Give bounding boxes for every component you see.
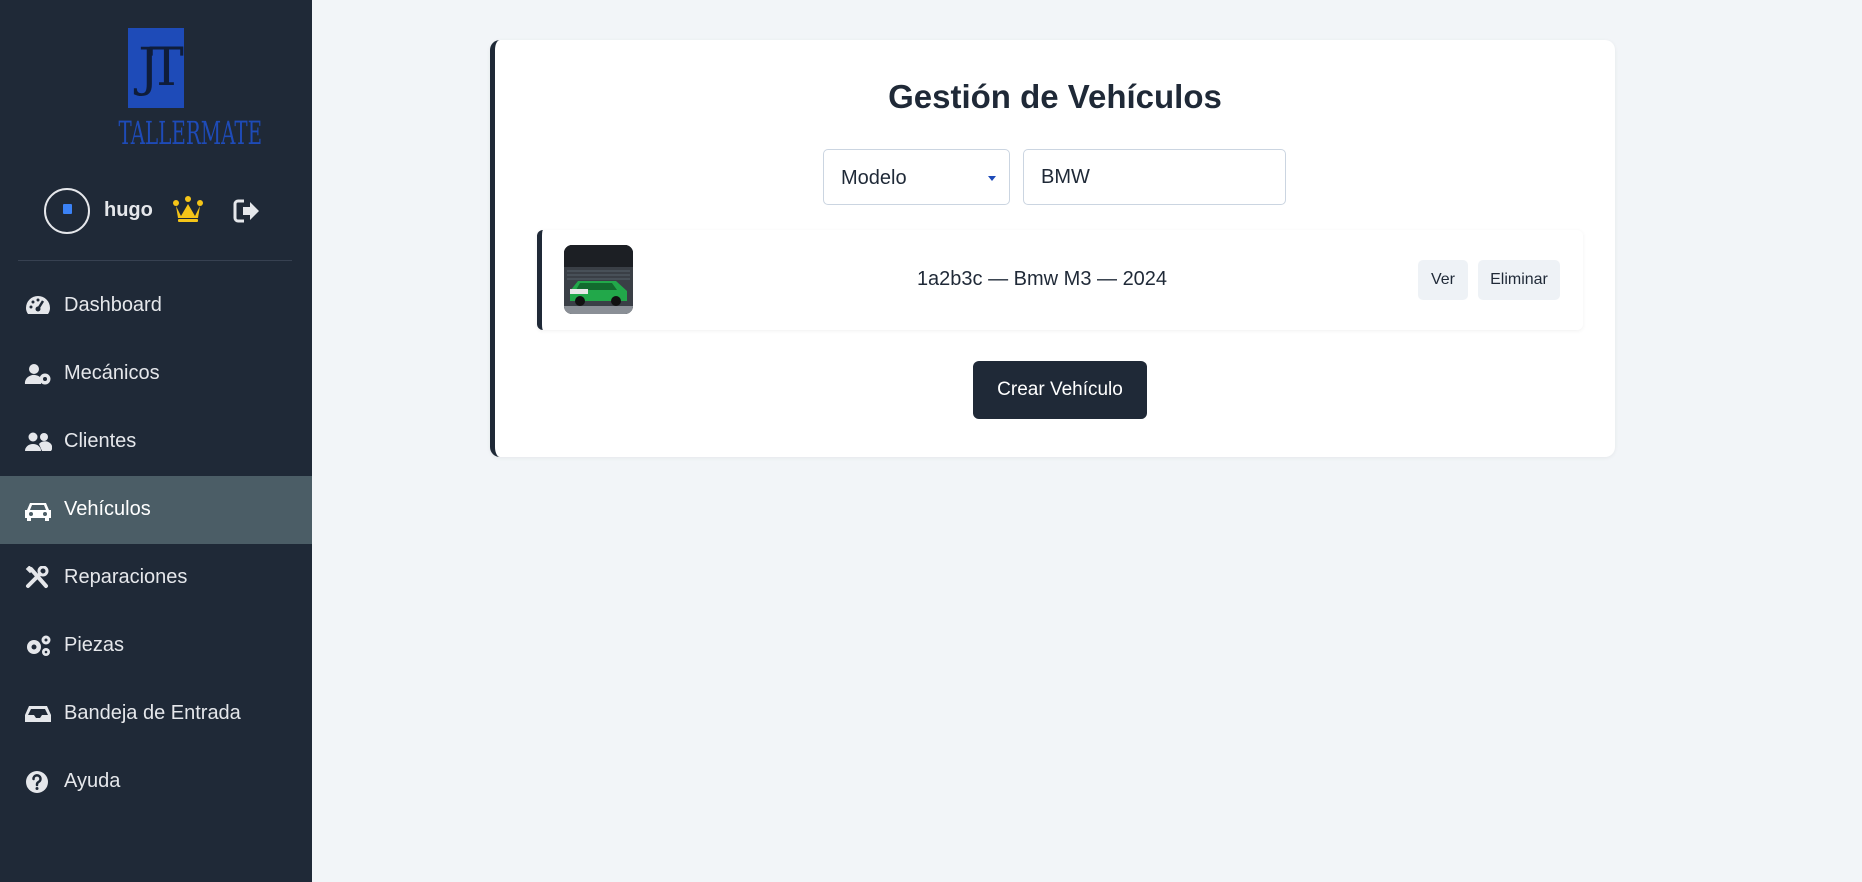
search-input[interactable] <box>1023 149 1286 205</box>
sidebar-item-mecanicos[interactable]: Mecánicos <box>0 340 312 408</box>
sidebar-item-clientes[interactable]: Clientes <box>0 408 312 476</box>
sidebar-divider <box>18 260 292 261</box>
user-gear-icon <box>24 364 51 385</box>
sidebar-item-label: Piezas <box>64 634 125 656</box>
sidebar-item-label: Vehículos <box>64 498 151 520</box>
username: hugo <box>104 199 153 221</box>
user-panel: hugo <box>0 188 312 236</box>
sidebar-item-reparaciones[interactable]: Reparaciones <box>0 544 312 612</box>
vehicles-card: Gestión de Vehículos Modelo 1a2b3c — Bmw… <box>490 40 1615 457</box>
help-icon <box>26 771 48 793</box>
vehicle-summary: 1a2b3c — Bmw M3 — 2024 <box>916 268 1168 290</box>
sidebar-item-label: Mecánicos <box>64 362 160 384</box>
delete-vehicle-button[interactable]: Eliminar <box>1478 260 1560 300</box>
app-logo[interactable]: JT TALLERMATE <box>95 28 263 152</box>
avatar[interactable] <box>44 188 90 234</box>
view-vehicle-button[interactable]: Ver <box>1418 260 1468 300</box>
gauge-icon <box>26 296 50 314</box>
sidebar-item-piezas[interactable]: Piezas <box>0 612 312 680</box>
brand-name: TALLERMATE <box>118 114 263 152</box>
sidebar-item-label: Clientes <box>64 430 137 452</box>
car-icon <box>25 503 51 521</box>
logo-monogram: JT <box>138 38 184 98</box>
sidebar-item-label: Dashboard <box>64 294 162 316</box>
gears-icon <box>27 635 51 656</box>
crown-icon <box>173 196 203 222</box>
page-title: Gestión de Vehículos <box>888 78 1222 115</box>
sidebar-item-bandeja[interactable]: Bandeja de Entrada <box>0 680 312 748</box>
list-item: 1a2b3c — Bmw M3 — 2024 Ver Eliminar <box>537 230 1583 330</box>
filter-field-select[interactable]: Modelo <box>823 149 1010 205</box>
sidebar-item-dashboard[interactable]: Dashboard <box>0 272 312 340</box>
logout-icon[interactable] <box>233 198 261 224</box>
filter-field-value: Modelo <box>841 167 907 189</box>
sidebar-item-vehiculos[interactable]: Vehículos <box>0 476 312 544</box>
sidebar-item-label: Bandeja de Entrada <box>64 702 241 724</box>
users-icon <box>25 432 52 451</box>
sidebar-item-label: Reparaciones <box>64 566 188 588</box>
sidebar: JT TALLERMATE hugo Dashboard Mecánicos C… <box>0 0 312 882</box>
inbox-icon <box>25 706 51 722</box>
chevron-down-icon <box>988 176 996 181</box>
tools-icon <box>25 566 49 588</box>
sidebar-item-label: Ayuda <box>64 770 121 792</box>
cube-icon <box>63 204 72 214</box>
sidebar-item-ayuda[interactable]: Ayuda <box>0 748 312 816</box>
create-vehicle-button[interactable]: Crear Vehículo <box>973 361 1147 419</box>
